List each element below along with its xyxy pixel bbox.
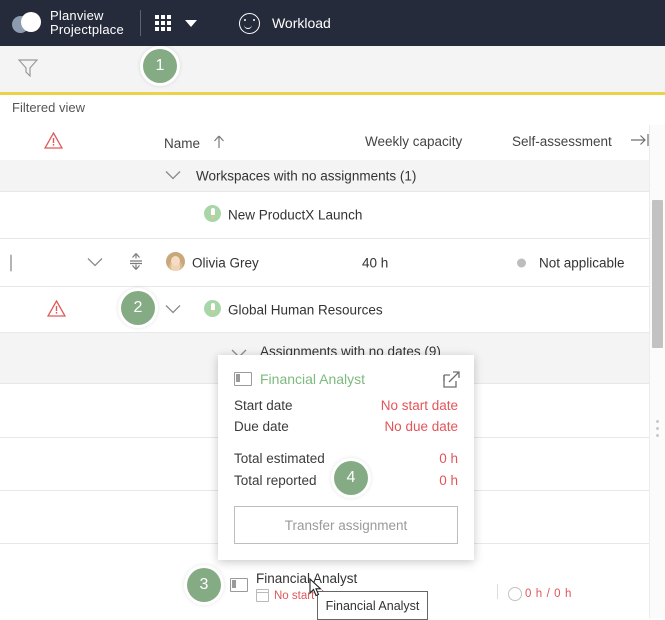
popup-field-label: Start date [234, 398, 293, 413]
step-badge-1: 1 [143, 49, 177, 83]
smiley-icon[interactable] [238, 12, 260, 34]
top-navigation-bar: Planview Projectplace Workload [0, 0, 665, 46]
apps-grid-icon[interactable] [154, 15, 171, 31]
brand-name: Planview Projectplace [50, 9, 124, 37]
step-badge-3: 3 [187, 568, 221, 602]
page-title: Workload [271, 15, 331, 31]
nav-divider [139, 10, 141, 36]
self-assessment-status-dot [517, 255, 526, 270]
clock-icon [508, 587, 522, 601]
popup-field-label: Total reported [234, 473, 317, 488]
filter-funnel-icon[interactable] [17, 59, 39, 78]
assignment-checkbox-icon[interactable] [230, 578, 248, 595]
table-row-member-olivia-grey[interactable]: Olivia Grey 40 h Not applicable [0, 239, 650, 287]
popup-field-value: 0 h [439, 473, 458, 488]
workspace-label: New ProductX Launch [228, 207, 363, 223]
column-header-self-assessment[interactable]: Self-assessment [512, 134, 612, 149]
popup-field-value: No due date [384, 419, 458, 434]
transfer-assignment-button[interactable]: Transfer assignment [234, 506, 458, 544]
workspace-icon [204, 205, 221, 225]
row-checkbox[interactable] [10, 254, 12, 271]
planview-cloud-icon [12, 12, 42, 34]
workspace-label: Global Human Resources [228, 302, 383, 317]
self-assessment-value: Not applicable [539, 255, 625, 270]
row-chevron-icon[interactable] [86, 255, 104, 270]
table-row-workspace-new-productx[interactable]: New ProductX Launch [0, 192, 650, 239]
popup-header: Financial Analyst [234, 371, 460, 388]
chevron-down-icon[interactable] [184, 19, 197, 27]
step-badge-2: 2 [121, 291, 155, 325]
popup-field-value: 0 h [439, 451, 458, 466]
sort-ascending-icon[interactable] [213, 134, 225, 152]
table-header: Name Weekly capacity Self-assessment [0, 125, 665, 161]
filtered-view-bar: Filtered view [0, 95, 665, 125]
weekly-capacity-value: 40 h [362, 255, 389, 270]
avatar [166, 251, 185, 274]
assignment-hours: 0 h / 0 h [525, 588, 572, 600]
member-name: Olivia Grey [192, 255, 259, 270]
scrollbar-grip-icon[interactable] [656, 420, 659, 437]
brand-line-2: Projectplace [50, 22, 124, 37]
filter-toolbar [0, 46, 665, 95]
assignment-detail-popup: Financial Analyst Start date No start da… [218, 355, 474, 560]
popup-field-label: Total estimated [234, 451, 325, 466]
popup-field-due-date: Due date No due date [234, 419, 458, 434]
row-chevron-icon[interactable] [164, 302, 182, 317]
tooltip: Financial Analyst [317, 591, 428, 620]
popup-field-value: No start date [380, 398, 458, 413]
table-row-workspace-global-hr[interactable]: Global Human Resources [0, 287, 650, 333]
assignment-card-icon [234, 372, 252, 386]
column-header-name[interactable]: Name [164, 134, 225, 152]
popup-field-label: Due date [234, 419, 289, 434]
sort-vertical-icon[interactable] [128, 252, 144, 273]
assignment-divider [497, 584, 498, 599]
external-link-icon[interactable] [443, 371, 460, 391]
workspace-icon [204, 299, 221, 320]
column-header-name-label: Name [164, 136, 201, 151]
scrollbar-thumb[interactable] [652, 200, 663, 348]
vertical-scrollbar[interactable] [649, 125, 665, 618]
group-label: Workspaces with no assignments (1) [196, 168, 417, 183]
arrow-right-icon[interactable] [630, 133, 650, 150]
column-header-weekly-capacity[interactable]: Weekly capacity [365, 134, 462, 149]
popup-title[interactable]: Financial Analyst [260, 371, 365, 387]
mouse-cursor [309, 577, 322, 597]
brand-line-1: Planview [50, 8, 104, 23]
warning-triangle-icon [43, 131, 64, 152]
filtered-view-label: Filtered view [12, 100, 85, 115]
calendar-icon [256, 589, 269, 602]
warning-triangle-icon [46, 299, 67, 320]
group-chevron-icon[interactable] [164, 168, 182, 183]
assignment-name: Financial Analyst [256, 571, 358, 586]
table-row-group-no-assignments[interactable]: Workspaces with no assignments (1) [0, 160, 650, 192]
step-badge-4: 4 [334, 461, 368, 495]
popup-field-start-date: Start date No start date [234, 398, 458, 413]
brand-logo[interactable]: Planview Projectplace [0, 9, 124, 37]
